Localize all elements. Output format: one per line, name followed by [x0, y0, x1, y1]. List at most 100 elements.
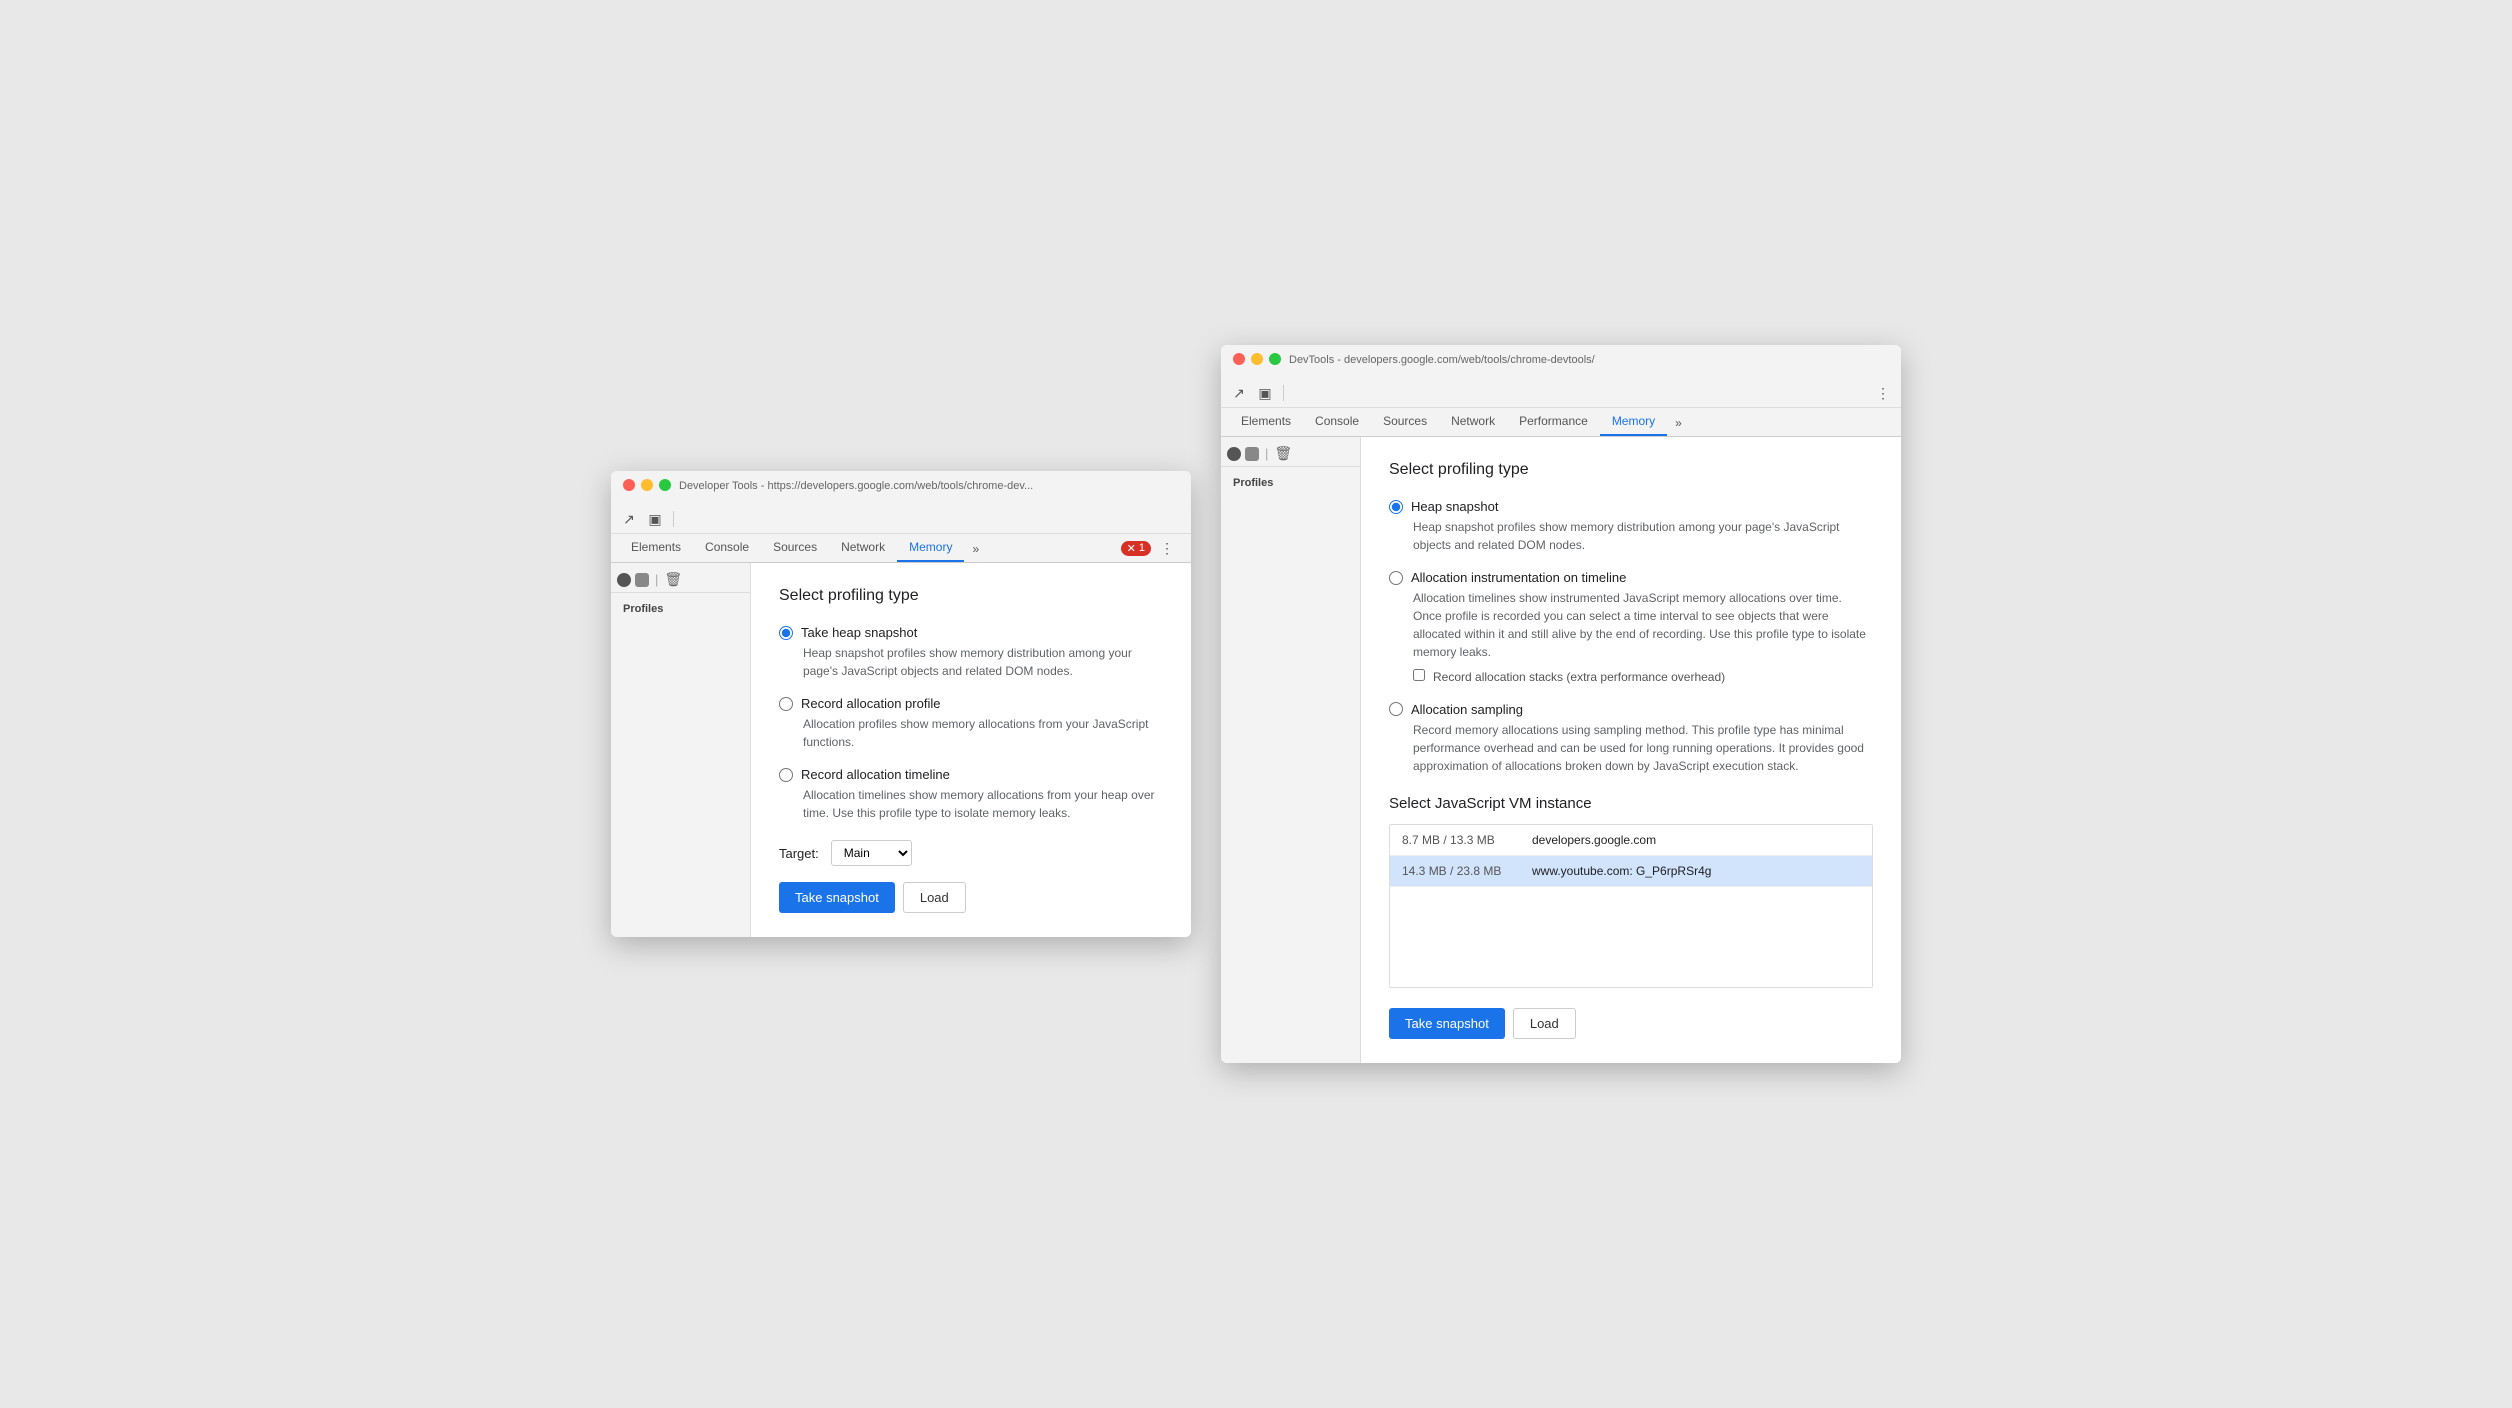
mobile-icon-1[interactable]: ▣ — [645, 509, 665, 529]
tab-network-1[interactable]: Network — [829, 534, 897, 562]
clear-btn-1[interactable]: 🗑 — [664, 571, 682, 588]
checkbox-alloc-stacks[interactable] — [1413, 669, 1425, 681]
option-label-w2-3[interactable]: Allocation sampling — [1411, 702, 1523, 717]
target-select-1[interactable]: Main — [831, 840, 912, 866]
option-label-3[interactable]: Record allocation timeline — [801, 767, 950, 782]
radio-heap-snapshot-1[interactable] — [779, 626, 793, 640]
vm-name-2: www.youtube.com: G_P6rpRSr4g — [1532, 864, 1711, 878]
profiling-option-2: Record allocation profile Allocation pro… — [779, 696, 1163, 751]
window1-header: Developer Tools - https://developers.goo… — [611, 471, 1191, 563]
maximize-btn-2[interactable] — [1269, 353, 1281, 365]
option-label-2[interactable]: Record allocation profile — [801, 696, 940, 711]
option-header-w2-3: Allocation sampling — [1389, 702, 1873, 717]
record-btn-2[interactable] — [1227, 447, 1241, 461]
error-icon-1: ✕ — [1127, 542, 1136, 555]
tab-console-2[interactable]: Console — [1303, 408, 1371, 436]
radio-allocation-timeline-2[interactable] — [1389, 571, 1403, 585]
vm-size-1: 8.7 MB / 13.3 MB — [1402, 833, 1512, 847]
checkbox-label-alloc-stacks[interactable]: Record allocation stacks (extra performa… — [1433, 669, 1725, 686]
vm-size-2: 14.3 MB / 23.8 MB — [1402, 864, 1512, 878]
divider-1 — [673, 511, 674, 527]
minimize-btn-1[interactable] — [641, 479, 653, 491]
vm-table-empty — [1390, 887, 1872, 987]
target-label-1: Target: — [779, 846, 819, 861]
tab-sources-2[interactable]: Sources — [1371, 408, 1439, 436]
target-row-1: Target: Main — [779, 840, 1163, 866]
option-desc-w2-3: Record memory allocations using sampling… — [1413, 721, 1873, 775]
profiling-option-1: Take heap snapshot Heap snapshot profile… — [779, 625, 1163, 680]
checkbox-option-w2-2: Record allocation stacks (extra performa… — [1413, 669, 1873, 686]
option-header-w2-1: Heap snapshot — [1389, 499, 1873, 514]
minimize-btn-2[interactable] — [1251, 353, 1263, 365]
tab-performance-2[interactable]: Performance — [1507, 408, 1600, 436]
tab-network-2[interactable]: Network — [1439, 408, 1507, 436]
tab-elements-2[interactable]: Elements — [1229, 408, 1303, 436]
clear-btn-2[interactable]: 🗑 — [1274, 445, 1292, 462]
devtools-window-1: Developer Tools - https://developers.goo… — [611, 471, 1191, 937]
tab-more-1[interactable]: » — [964, 536, 987, 562]
option-desc-2: Allocation profiles show memory allocati… — [803, 715, 1163, 751]
inspector-bar-1: ↗ ▣ — [611, 505, 1191, 534]
more-icon-1[interactable]: ⋮ — [1157, 538, 1177, 558]
profiling-option-w2-3: Allocation sampling Record memory alloca… — [1389, 702, 1873, 775]
stop-btn-2[interactable] — [1245, 447, 1259, 461]
sidebar-1: | 🗑 Profiles — [611, 563, 751, 937]
error-badge-1: ✕ 1 — [1121, 541, 1151, 556]
tab-memory-1[interactable]: Memory — [897, 534, 964, 562]
option-desc-w2-1: Heap snapshot profiles show memory distr… — [1413, 518, 1873, 554]
vm-row-1[interactable]: 8.7 MB / 13.3 MB developers.google.com — [1390, 825, 1872, 856]
sidebar-toolbar-2: | 🗑 — [1221, 441, 1360, 467]
window-controls-1 — [623, 479, 671, 491]
load-btn-1[interactable]: Load — [903, 882, 966, 913]
mobile-icon-2[interactable]: ▣ — [1255, 383, 1275, 403]
profiling-option-3: Record allocation timeline Allocation ti… — [779, 767, 1163, 822]
vm-table: 8.7 MB / 13.3 MB developers.google.com 1… — [1389, 824, 1873, 988]
tab-more-2[interactable]: » — [1667, 410, 1690, 436]
sidebar-label-1: Profiles — [611, 593, 750, 621]
sidebar-label-2: Profiles — [1221, 467, 1360, 495]
vm-section-title: Select JavaScript VM instance — [1389, 795, 1873, 812]
stop-btn-1[interactable] — [635, 573, 649, 587]
tab-sources-1[interactable]: Sources — [761, 534, 829, 562]
option-label-w2-2[interactable]: Allocation instrumentation on timeline — [1411, 570, 1626, 585]
radio-allocation-sampling-2[interactable] — [1389, 702, 1403, 716]
load-btn-2[interactable]: Load — [1513, 1008, 1576, 1039]
window-url-2: DevTools - developers.google.com/web/too… — [1289, 354, 1595, 366]
maximize-btn-1[interactable] — [659, 479, 671, 491]
take-snapshot-btn-2[interactable]: Take snapshot — [1389, 1008, 1505, 1039]
tabs-row-2: Elements Console Sources Network Perform… — [1221, 408, 1901, 437]
tab-elements-1[interactable]: Elements — [619, 534, 693, 562]
section-title-1: Select profiling type — [779, 587, 1163, 605]
divider-2 — [1283, 385, 1284, 401]
content-area-1: Select profiling type Take heap snapshot… — [751, 563, 1191, 937]
action-buttons-1: Take snapshot Load — [779, 882, 1163, 913]
cursor-icon-2[interactable]: ↗ — [1229, 383, 1249, 403]
title-bar-1: Developer Tools - https://developers.goo… — [611, 471, 1191, 505]
sidebar-toolbar-1: | 🗑 — [611, 567, 750, 593]
option-header-w2-2: Allocation instrumentation on timeline — [1389, 570, 1873, 585]
option-label-1[interactable]: Take heap snapshot — [801, 625, 917, 640]
radio-allocation-timeline-1[interactable] — [779, 768, 793, 782]
devtools-body-2: | 🗑 Profiles Select profiling type Heap … — [1221, 437, 1901, 1063]
vm-row-2[interactable]: 14.3 MB / 23.8 MB www.youtube.com: G_P6r… — [1390, 856, 1872, 887]
close-btn-2[interactable] — [1233, 353, 1245, 365]
devtools-window-2: DevTools - developers.google.com/web/too… — [1221, 345, 1901, 1063]
option-header-2: Record allocation profile — [779, 696, 1163, 711]
take-snapshot-btn-1[interactable]: Take snapshot — [779, 882, 895, 913]
profiling-option-w2-2: Allocation instrumentation on timeline A… — [1389, 570, 1873, 686]
tab-memory-2[interactable]: Memory — [1600, 408, 1667, 436]
close-btn-1[interactable] — [623, 479, 635, 491]
content-area-2: Select profiling type Heap snapshot Heap… — [1361, 437, 1901, 1063]
error-count-1: 1 — [1139, 542, 1145, 554]
radio-heap-snapshot-2[interactable] — [1389, 500, 1403, 514]
cursor-icon-1[interactable]: ↗ — [619, 509, 639, 529]
option-label-w2-1[interactable]: Heap snapshot — [1411, 499, 1498, 514]
action-buttons-2: Take snapshot Load — [1389, 1008, 1873, 1039]
tabs-row-1: Elements Console Sources Network Memory … — [611, 534, 1191, 563]
more-icon-2[interactable]: ⋮ — [1873, 383, 1893, 403]
tab-console-1[interactable]: Console — [693, 534, 761, 562]
radio-allocation-profile-1[interactable] — [779, 697, 793, 711]
window-controls-2 — [1233, 353, 1281, 365]
option-desc-w2-2: Allocation timelines show instrumented J… — [1413, 589, 1873, 661]
record-btn-1[interactable] — [617, 573, 631, 587]
